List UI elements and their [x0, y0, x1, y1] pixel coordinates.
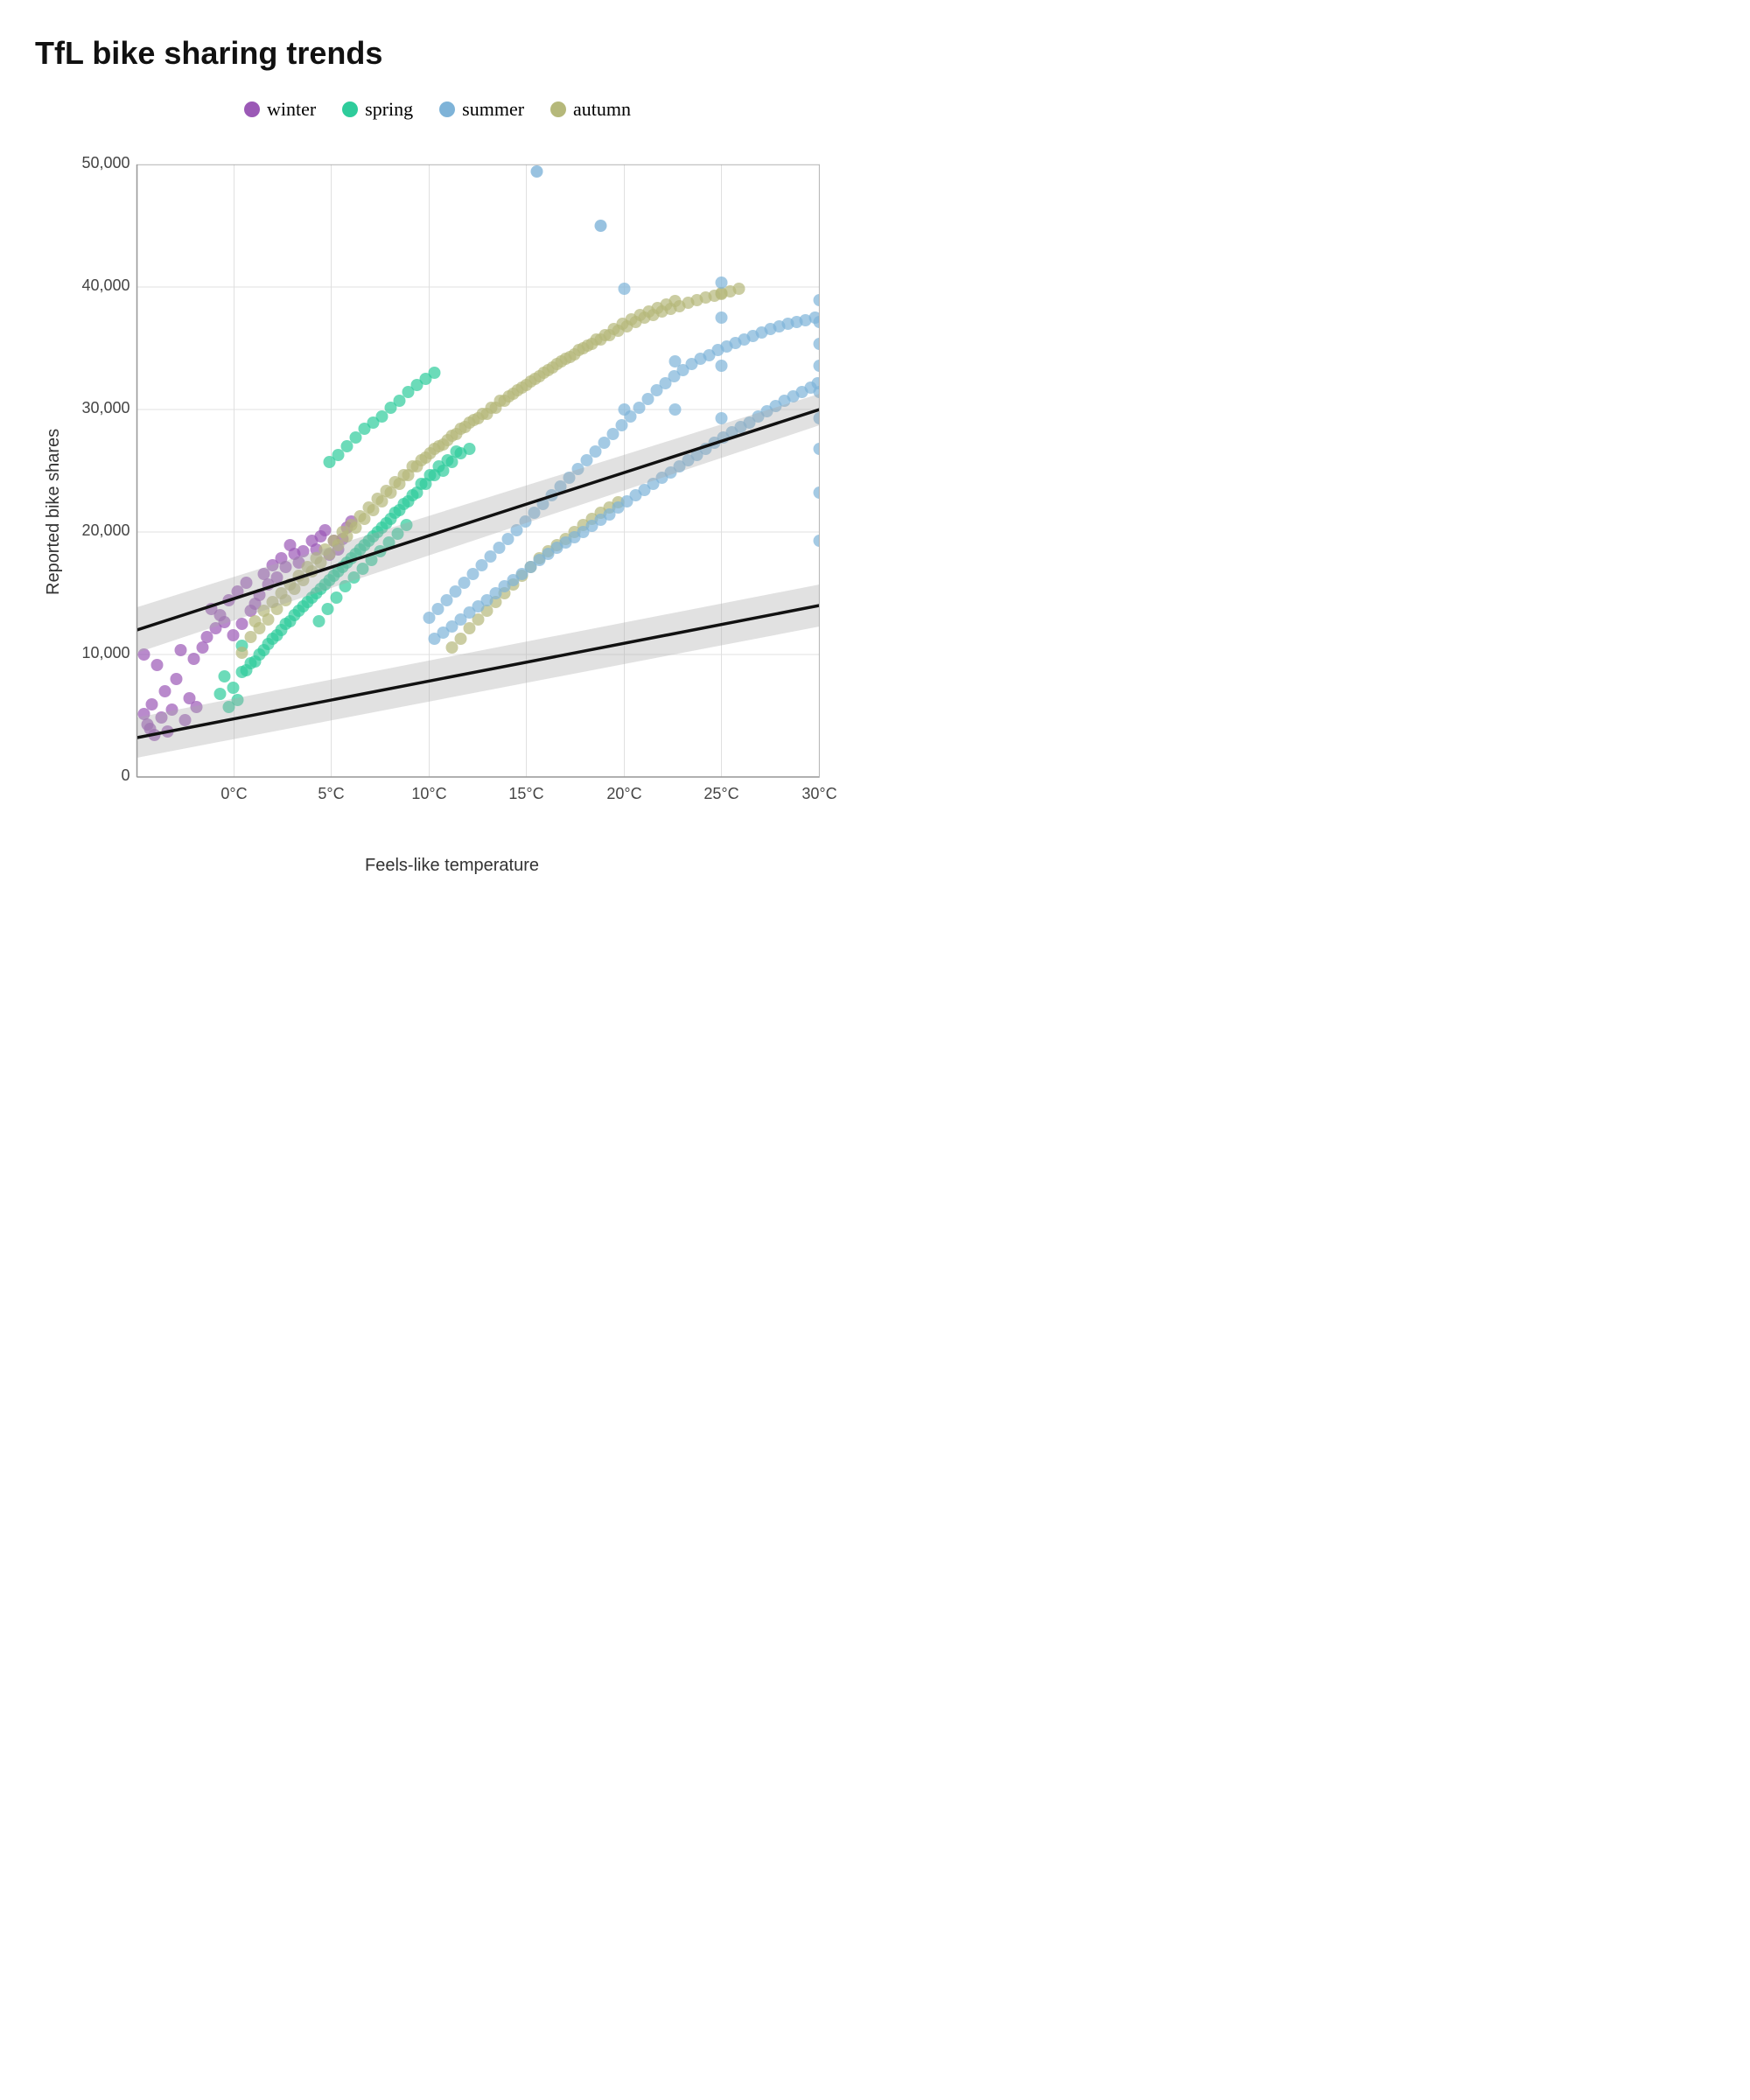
spring-label: spring: [365, 98, 413, 121]
autumn-label: autumn: [573, 98, 631, 121]
x-axis-label: Feels-like temperature: [64, 856, 840, 876]
legend-item-spring: spring: [342, 98, 413, 121]
svg-text:20,000: 20,000: [81, 522, 130, 539]
scatter-plot: 0 10,000 20,000 30,000 40,000 50,000 0°C…: [64, 147, 840, 847]
legend-item-winter: winter: [244, 98, 316, 121]
svg-text:30,000: 30,000: [81, 399, 130, 416]
summer-label: summer: [462, 98, 524, 121]
svg-text:10°C: 10°C: [411, 785, 446, 802]
svg-text:10,000: 10,000: [81, 644, 130, 662]
svg-text:20°C: 20°C: [606, 785, 641, 802]
svg-text:0°C: 0°C: [220, 785, 247, 802]
legend: winter spring summer autumn: [35, 98, 840, 121]
page-title: TfL bike sharing trends: [35, 35, 840, 72]
svg-text:15°C: 15°C: [508, 785, 543, 802]
svg-text:25°C: 25°C: [704, 785, 738, 802]
spring-dot: [342, 102, 358, 117]
summer-dot: [439, 102, 455, 117]
winter-label: winter: [267, 98, 316, 121]
legend-item-summer: summer: [439, 98, 524, 121]
winter-dot: [244, 102, 260, 117]
svg-text:0: 0: [121, 766, 130, 784]
svg-text:40,000: 40,000: [81, 276, 130, 294]
y-axis-label: Reported bike shares: [35, 147, 64, 876]
autumn-dot: [550, 102, 566, 117]
legend-item-autumn: autumn: [550, 98, 631, 121]
svg-text:5°C: 5°C: [318, 785, 344, 802]
svg-text:50,000: 50,000: [81, 154, 130, 172]
svg-text:30°C: 30°C: [802, 785, 836, 802]
